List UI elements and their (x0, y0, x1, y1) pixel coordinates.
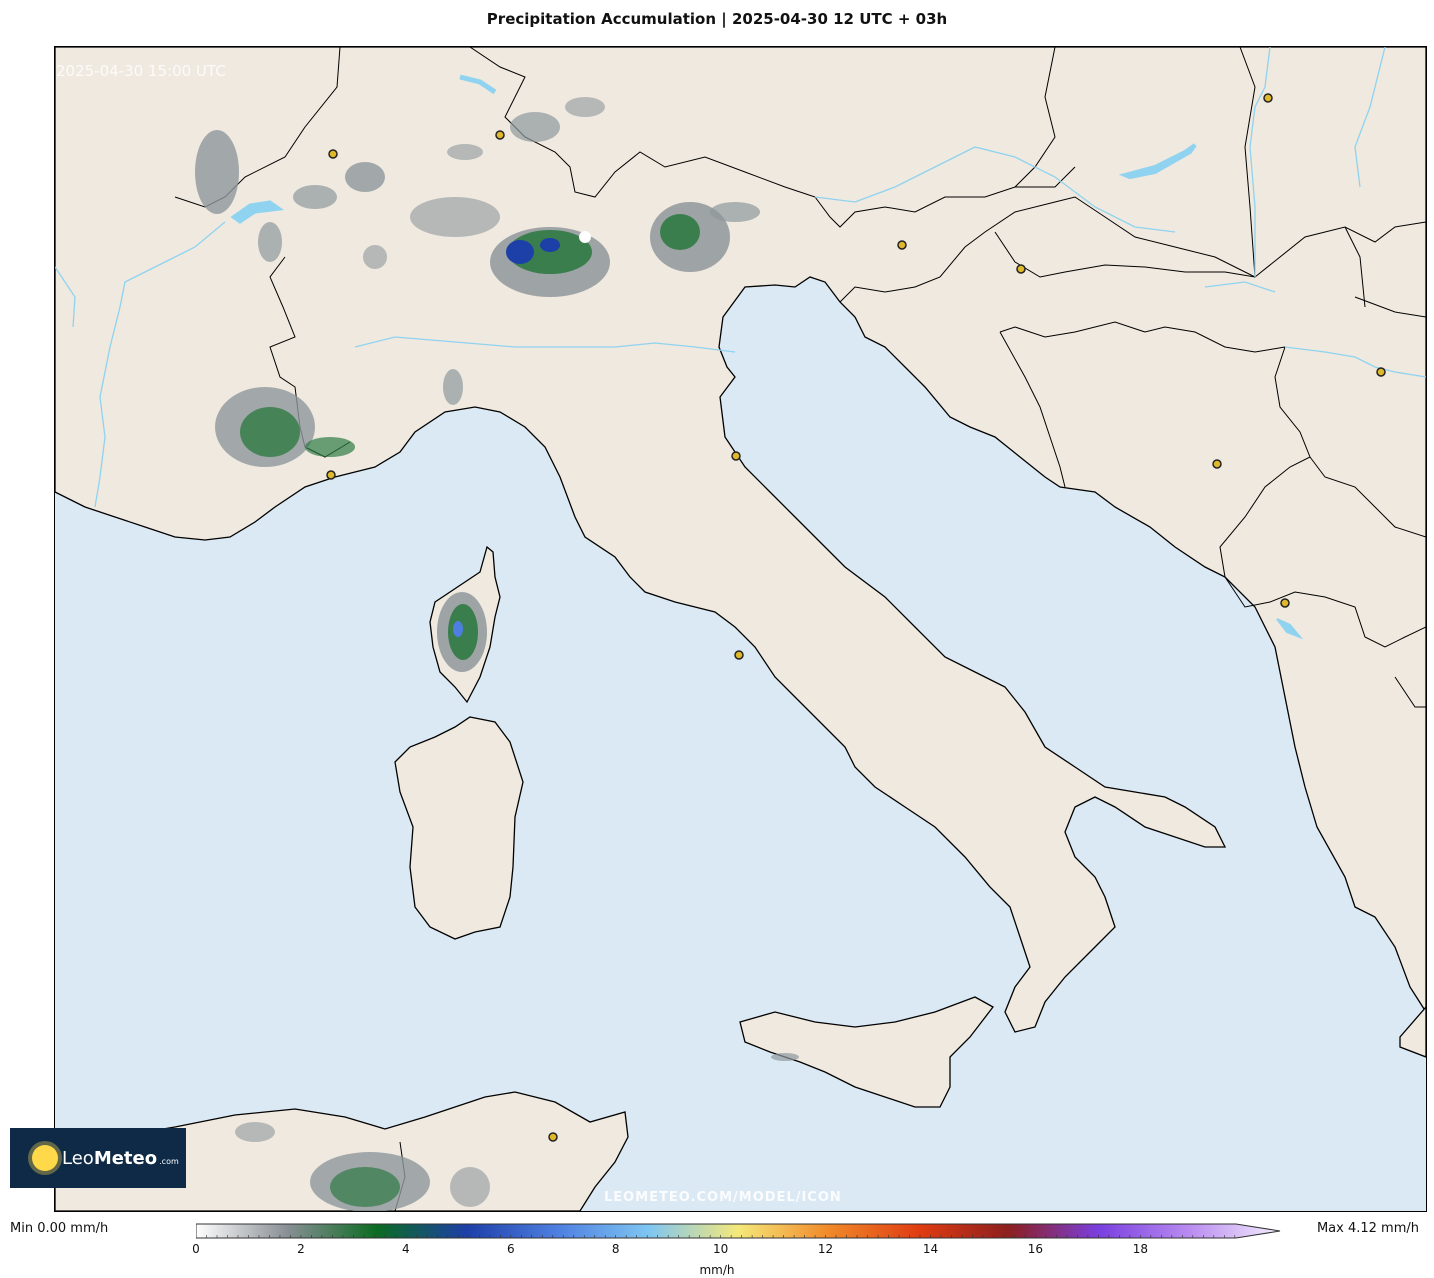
logo-leo: Leo (62, 1147, 94, 1169)
precipitation-map[interactable] (54, 46, 1427, 1212)
colorbar (196, 1223, 1281, 1239)
colorbar-gradient (196, 1223, 1281, 1239)
land-europe (55, 47, 1426, 1033)
land-sardinia (394, 716, 524, 940)
colorbar-tick-label: 16 (1027, 1242, 1044, 1256)
source-watermark: LEOMETEO.COM/MODEL/ICON (604, 1190, 842, 1205)
colorbar-tick-label: 6 (506, 1242, 515, 1256)
max-value-label: Max 4.12 mm/h (1316, 1221, 1419, 1236)
colorbar-tick-label: 18 (1132, 1242, 1148, 1256)
leometeo-logo[interactable]: Leo Meteo .com (10, 1128, 186, 1188)
colorbar-tick-label: 14 (922, 1242, 939, 1256)
sun-icon (32, 1145, 58, 1171)
map-title: Precipitation Accumulation | 2025-04-30 … (486, 10, 948, 28)
min-value-label: Min 0.00 mm/h (10, 1221, 109, 1236)
colorbar-tick-label: 4 (402, 1242, 410, 1256)
colorbar-tick-label: 2 (297, 1242, 305, 1256)
logo-meteo: Meteo (93, 1147, 158, 1169)
colorbar-tick-label: 8 (611, 1242, 620, 1256)
colorbar-tick-label: 12 (817, 1242, 834, 1256)
map-canvas (55, 47, 1426, 1211)
logo-com: .com (159, 1156, 179, 1166)
land-sicily (739, 996, 994, 1108)
colorbar-unit: mm/h (699, 1263, 735, 1277)
valid-time-label: 2025-04-30 15:00 UTC (56, 62, 226, 80)
colorbar-ticks: 0 2 4 6 8 10 12 14 16 18 (192, 1242, 1282, 1258)
land-balkan-south (1399, 1006, 1426, 1058)
colorbar-tick-label: 0 (192, 1242, 200, 1256)
colorbar-tick-label: 10 (712, 1242, 729, 1256)
